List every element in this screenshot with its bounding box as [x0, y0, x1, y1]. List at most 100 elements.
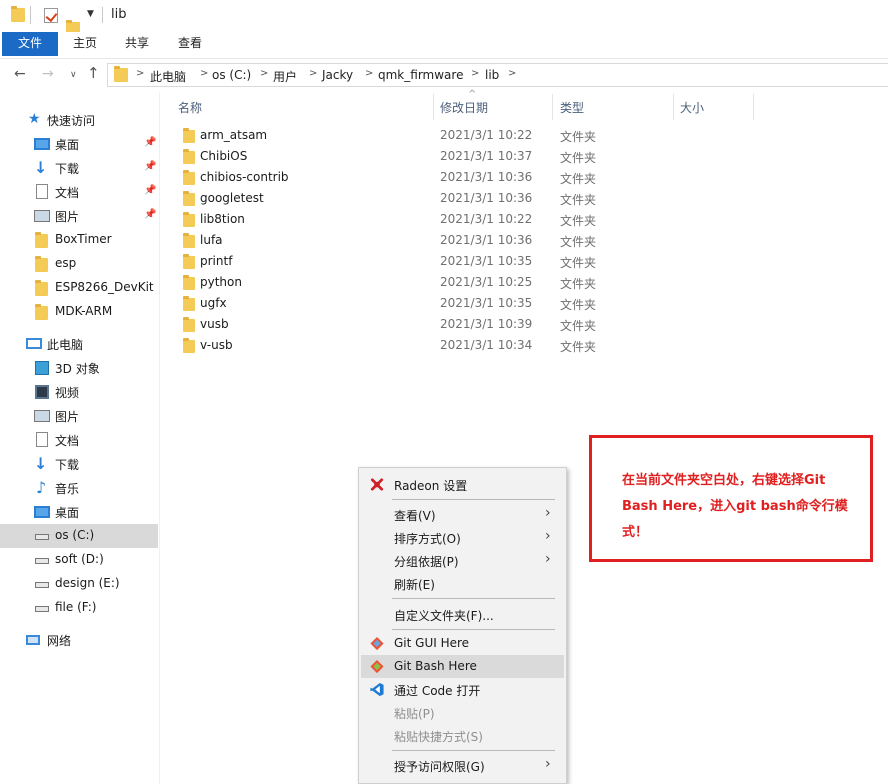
sidebar-item-mdk-arm[interactable]: MDK-ARM	[0, 300, 158, 324]
sidebar-item-pc-2[interactable]: 图片	[0, 404, 158, 428]
recent-locations-chevron-icon[interactable]: ∨	[70, 70, 77, 80]
sidebar-item-pc-10[interactable]: file (F:)	[0, 596, 158, 620]
sidebar-item-pc-0[interactable]: 3D 对象	[0, 356, 158, 380]
column-divider[interactable]	[753, 94, 754, 120]
file-row[interactable]: googletest 2021/3/1 10:36 文件夹	[170, 189, 630, 210]
sidebar-item-pc-5[interactable]: ♪ 音乐	[0, 476, 158, 500]
pin-icon[interactable]: 📌	[144, 161, 156, 172]
file-name: ChibiOS	[200, 149, 248, 163]
file-name: lib8tion	[200, 212, 245, 226]
quick-access-dropdown-icon[interactable]: ▼	[87, 9, 94, 19]
sidebar-item-pc-4[interactable]: ↓ 下载	[0, 452, 158, 476]
sidebar-item-pc-1[interactable]: 视频	[0, 380, 158, 404]
tab-view[interactable]: 查看	[166, 32, 214, 56]
sidebar-item-pc-3[interactable]: 文档	[0, 428, 158, 452]
column-divider[interactable]	[433, 94, 434, 120]
tab-file[interactable]: 文件	[2, 32, 58, 56]
file-type: 文件夹	[560, 319, 597, 333]
network-icon	[26, 635, 40, 645]
file-row[interactable]: lufa 2021/3/1 10:36 文件夹	[170, 231, 630, 252]
menu-item-open-with-code[interactable]: 通过 Code 打开	[361, 678, 564, 701]
menu-item-grant-access[interactable]: 授予访问权限(G) ›	[361, 754, 564, 777]
file-type: 文件夹	[560, 172, 597, 186]
column-type[interactable]: 类型	[560, 99, 584, 116]
file-row[interactable]: ChibiOS 2021/3/1 10:37 文件夹	[170, 147, 630, 168]
file-row[interactable]: arm_atsam 2021/3/1 10:22 文件夹	[170, 126, 630, 147]
chevron-right-icon[interactable]: >	[260, 68, 268, 79]
sidebar-item-label: ESP8266_DevKit	[55, 280, 154, 294]
sidebar-item-pc-6[interactable]: 桌面	[0, 500, 158, 524]
address-bar[interactable]: > 此电脑 > os (C:) > 用户 > Jacky > qmk_firmw…	[107, 63, 888, 87]
breadcrumb-users[interactable]: 用户	[273, 68, 297, 85]
back-arrow-icon[interactable]: ←	[14, 66, 26, 82]
sidebar-item-pc-9[interactable]: design (E:)	[0, 572, 158, 596]
file-type: 文件夹	[560, 130, 597, 144]
menu-separator	[392, 499, 555, 500]
forward-arrow-icon[interactable]: →	[42, 66, 54, 82]
sidebar-item-network[interactable]: 网络	[0, 628, 158, 652]
window-title: lib	[111, 7, 127, 22]
properties-icon[interactable]	[44, 8, 58, 23]
column-divider[interactable]	[552, 94, 553, 120]
up-arrow-icon[interactable]: ↑	[87, 64, 100, 82]
title-bar: ▼ lib	[0, 0, 888, 36]
sidebar-item-pc-8[interactable]: soft (D:)	[0, 548, 158, 572]
sidebar-item--[interactable]: 图片 📌	[0, 204, 158, 228]
column-divider[interactable]	[673, 94, 674, 120]
menu-item-view[interactable]: 查看(V) ›	[361, 503, 564, 526]
column-date[interactable]: 修改日期	[440, 99, 488, 116]
sidebar-item-label: 下载	[55, 162, 80, 176]
breadcrumb-this-pc[interactable]: 此电脑	[150, 68, 186, 85]
menu-item-group[interactable]: 分组依据(P) ›	[361, 549, 564, 572]
chevron-right-icon[interactable]: >	[471, 68, 479, 79]
sidebar-item--[interactable]: 文档 📌	[0, 180, 158, 204]
chevron-right-icon[interactable]: >	[200, 68, 208, 79]
chevron-right-icon[interactable]: >	[309, 68, 317, 79]
file-name: vusb	[200, 317, 229, 331]
file-row[interactable]: lib8tion 2021/3/1 10:22 文件夹	[170, 210, 630, 231]
menu-item-sort[interactable]: 排序方式(O) ›	[361, 526, 564, 549]
chevron-right-icon[interactable]: >	[136, 68, 144, 79]
file-row[interactable]: python 2021/3/1 10:25 文件夹	[170, 273, 630, 294]
sidebar-item--[interactable]: 桌面 📌	[0, 132, 158, 156]
file-row[interactable]: chibios-contrib 2021/3/1 10:36 文件夹	[170, 168, 630, 189]
file-row[interactable]: vusb 2021/3/1 10:39 文件夹	[170, 315, 630, 336]
sidebar-item-esp[interactable]: esp	[0, 252, 158, 276]
menu-item-refresh[interactable]: 刷新(E)	[361, 572, 564, 595]
chevron-right-icon[interactable]: >	[365, 68, 373, 79]
file-row[interactable]: v-usb 2021/3/1 10:34 文件夹	[170, 336, 630, 357]
file-type: 文件夹	[560, 298, 597, 312]
tab-home[interactable]: 主页	[62, 32, 108, 56]
file-date: 2021/3/1 10:34	[440, 338, 533, 352]
column-name[interactable]: 名称	[178, 99, 202, 116]
file-date: 2021/3/1 10:35	[440, 254, 533, 268]
chevron-right-icon[interactable]: >	[508, 68, 516, 79]
sidebar-item-pc-7[interactable]: os (C:)	[0, 524, 158, 548]
menu-item-git-bash[interactable]: Git Bash Here	[361, 655, 564, 678]
file-date: 2021/3/1 10:35	[440, 296, 533, 310]
breadcrumb-os-c[interactable]: os (C:)	[212, 68, 251, 82]
chevron-right-icon: ›	[545, 756, 551, 772]
sidebar-item-esp8266-devkit[interactable]: ESP8266_DevKit	[0, 276, 158, 300]
breadcrumb-qmk-firmware[interactable]: qmk_firmware	[378, 68, 463, 82]
tab-share[interactable]: 共享	[114, 32, 160, 56]
menu-item-customize-folder[interactable]: 自定义文件夹(F)...	[361, 603, 564, 626]
git-bash-icon	[370, 659, 384, 674]
menu-item-git-gui[interactable]: Git GUI Here	[361, 632, 564, 655]
sidebar-item-quick-access[interactable]: ★ 快速访问	[0, 108, 158, 132]
column-size[interactable]: 大小	[680, 99, 704, 116]
pin-icon[interactable]: 📌	[144, 137, 156, 148]
menu-item-radeon-settings[interactable]: Radeon 设置	[361, 473, 564, 496]
vertical-scrollbar[interactable]	[878, 90, 888, 784]
file-type: 文件夹	[560, 214, 597, 228]
sidebar-item-this-pc[interactable]: 此电脑	[0, 332, 158, 356]
sidebar-item--[interactable]: ↓ 下载 📌	[0, 156, 158, 180]
breadcrumb-lib[interactable]: lib	[485, 68, 499, 82]
file-row[interactable]: printf 2021/3/1 10:35 文件夹	[170, 252, 630, 273]
sidebar-item-boxtimer[interactable]: BoxTimer	[0, 228, 158, 252]
pin-icon[interactable]: 📌	[144, 209, 156, 220]
pin-icon[interactable]: 📌	[144, 185, 156, 196]
breadcrumb-jacky[interactable]: Jacky	[322, 68, 353, 82]
file-row[interactable]: ugfx 2021/3/1 10:35 文件夹	[170, 294, 630, 315]
file-name: chibios-contrib	[200, 170, 289, 184]
